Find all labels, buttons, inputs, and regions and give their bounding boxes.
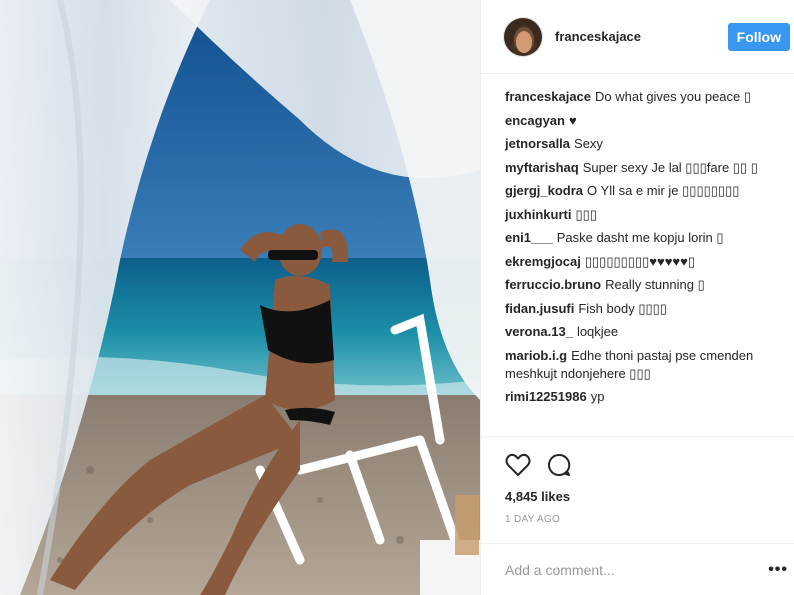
comment-item: fidan.jusufi Fish body ▯▯▯▯ (505, 300, 774, 318)
comment-username[interactable]: fidan.jusufi (505, 301, 574, 316)
comment-item: eni1___ Paske dasht me kopju lorin ▯ (505, 229, 774, 247)
comment-username[interactable]: jetnorsalla (505, 136, 570, 151)
post-timestamp[interactable]: 1 DAY AGO (505, 514, 774, 525)
add-comment-input[interactable]: Add a comment... (505, 562, 768, 578)
comment-username[interactable]: juxhinkurti (505, 207, 571, 222)
heart-outline-icon[interactable] (505, 453, 531, 479)
follow-button[interactable]: Follow (727, 22, 790, 51)
add-comment-bar: Add a comment... ••• (481, 543, 794, 595)
comment-item: franceskajace Do what gives you peace ▯ (505, 88, 774, 106)
comment-item: rimi12251986 yp (505, 388, 774, 406)
comment-text: Do what gives you peace ▯ (595, 89, 752, 104)
comment-item: ekremgjocaj ▯▯▯▯▯▯▯▯▯♥♥♥♥♥▯ (505, 253, 774, 271)
comment-username[interactable]: rimi12251986 (505, 389, 587, 404)
comment-text: Sexy (574, 136, 603, 151)
comment-username[interactable]: verona.13_ (505, 324, 573, 339)
comment-username[interactable]: mariob.i.g (505, 348, 567, 363)
comment-item: mariob.i.g Edhe thoni pastaj pse cmenden … (505, 347, 774, 383)
comment-username[interactable]: encagyan (505, 113, 565, 128)
comment-item: ferruccio.bruno Really stunning ▯ (505, 276, 774, 294)
speech-bubble-icon[interactable] (547, 453, 571, 479)
comment-text: ♥ (568, 112, 577, 128)
likes-count[interactable]: 4,845 likes (505, 489, 774, 504)
comment-text: Really stunning ▯ (605, 277, 705, 292)
comment-item: jetnorsalla Sexy (505, 135, 774, 153)
comments-list[interactable]: franceskajace Do what gives you peace ▯ e… (481, 74, 794, 436)
post-username[interactable]: franceskajace (555, 29, 728, 44)
action-icons (505, 443, 774, 479)
comment-text: Paske dasht me kopju lorin ▯ (556, 230, 724, 245)
comment-username[interactable]: gjergj_kodra (505, 183, 583, 198)
avatar[interactable] (503, 16, 543, 57)
comment-item: myftarishaq Super sexy Je lal ▯▯▯fare ▯▯ … (505, 159, 774, 177)
comment-username[interactable]: eni1___ (505, 230, 553, 245)
avatar-image (504, 17, 542, 56)
comment-username[interactable]: ekremgjocaj (505, 254, 581, 269)
comment-text: Super sexy Je lal ▯▯▯fare ▯▯ ▯ (582, 159, 758, 175)
comment-item: verona.13_ loqkjee (505, 323, 774, 341)
comment-item: gjergj_kodra O Yll sa e mir je ▯▯▯▯▯▯▯▯ (505, 182, 774, 200)
comment-text: ▯▯▯ (575, 206, 597, 222)
beach-photo-illustration (0, 0, 480, 595)
comment-username[interactable]: ferruccio.bruno (505, 277, 601, 292)
comment-username[interactable]: myftarishaq (505, 160, 579, 175)
instagram-post: franceskajace Follow franceskajace Do wha… (0, 0, 794, 595)
post-actions: 4,845 likes 1 DAY AGO (481, 436, 794, 543)
comment-text: Fish body ▯▯▯▯ (578, 300, 667, 316)
comment-item: encagyan ♥ (505, 112, 774, 130)
comment-text: O Yll sa e mir je ▯▯▯▯▯▯▯▯ (587, 183, 740, 198)
comment-text: loqkjee (576, 324, 619, 339)
comment-item: juxhinkurti ▯▯▯ (505, 206, 774, 224)
post-details-panel: franceskajace Follow franceskajace Do wha… (480, 0, 794, 595)
comment-text: ▯▯▯▯▯▯▯▯▯♥♥♥♥♥▯ (584, 253, 696, 269)
post-photo[interactable] (0, 0, 480, 595)
more-options-icon[interactable]: ••• (768, 561, 788, 579)
post-header: franceskajace Follow (481, 0, 794, 74)
comment-username[interactable]: franceskajace (505, 89, 591, 104)
comment-text: yp (590, 389, 605, 404)
